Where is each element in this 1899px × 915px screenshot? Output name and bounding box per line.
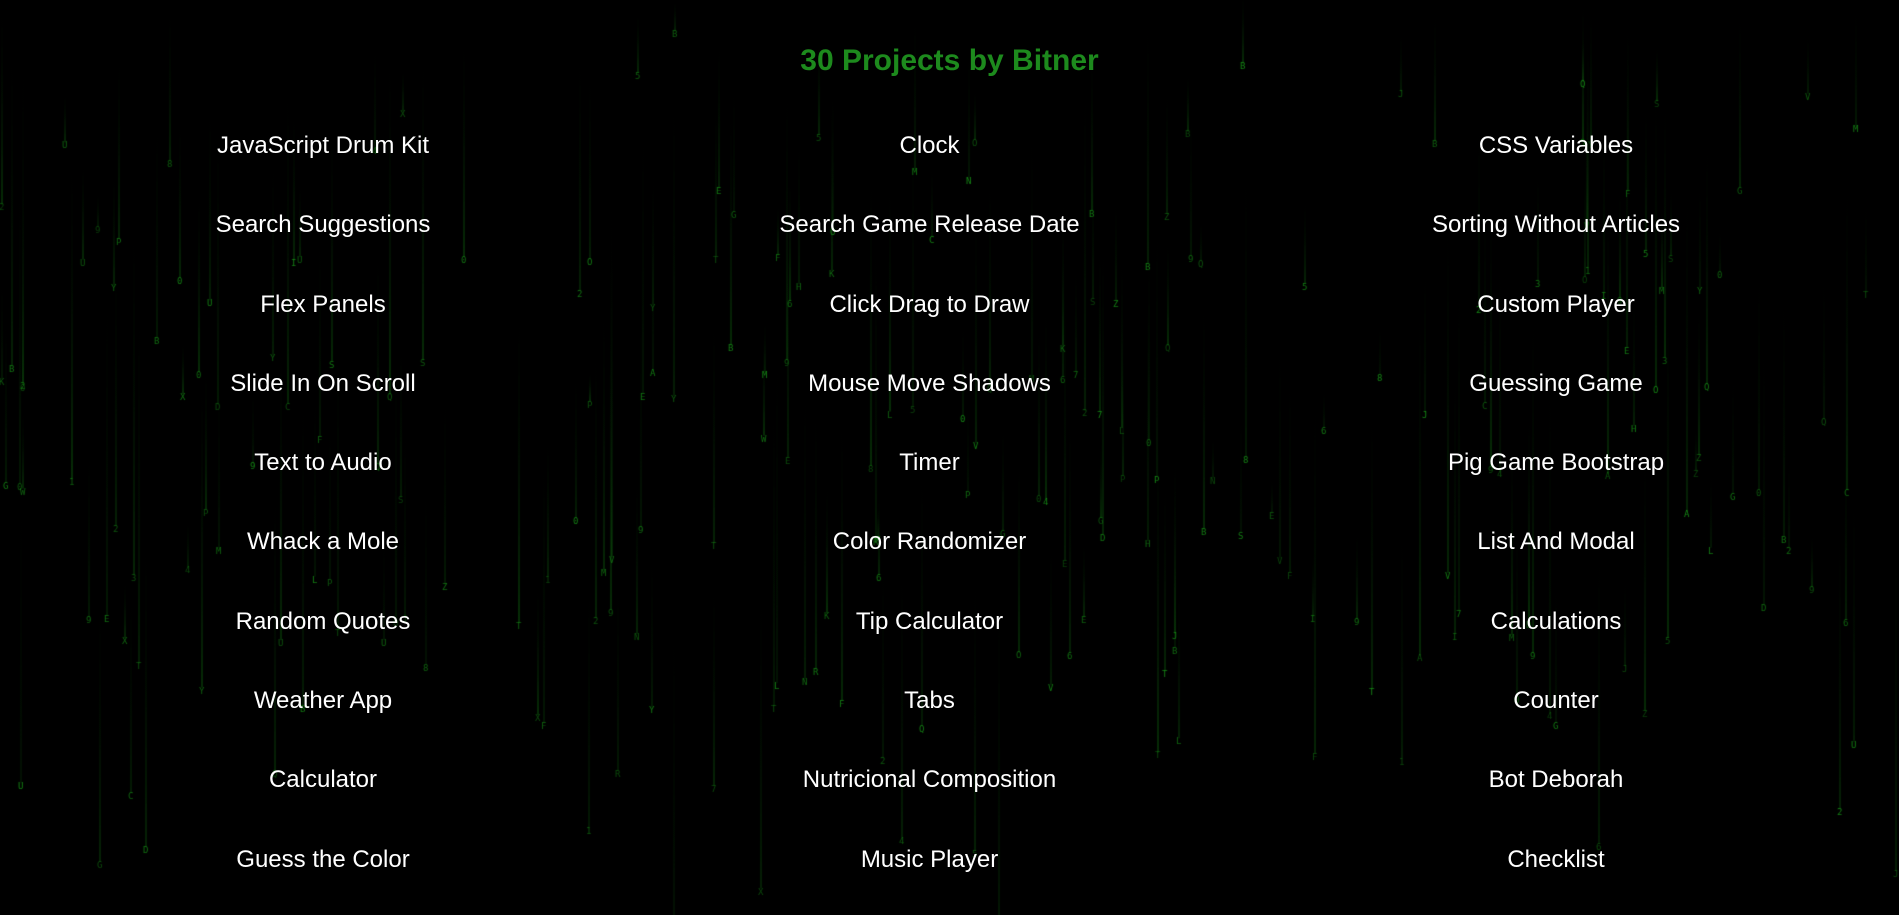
project-link-guessing-game[interactable]: Guessing Game bbox=[1213, 364, 1899, 443]
project-link-calculations[interactable]: Calculations bbox=[1213, 602, 1899, 681]
project-link-random-quotes[interactable]: Random Quotes bbox=[0, 602, 646, 681]
project-link-tip-calculator[interactable]: Tip Calculator bbox=[646, 602, 1213, 681]
project-link-javascript-drum-kit[interactable]: JavaScript Drum Kit bbox=[0, 126, 646, 205]
project-link-flex-panels[interactable]: Flex Panels bbox=[0, 285, 646, 364]
project-link-custom-player[interactable]: Custom Player bbox=[1213, 285, 1899, 364]
project-link-music-player[interactable]: Music Player bbox=[646, 840, 1213, 915]
project-link-whack-a-mole[interactable]: Whack a Mole bbox=[0, 522, 646, 601]
project-link-clock[interactable]: Clock bbox=[646, 126, 1213, 205]
project-grid: JavaScript Drum Kit Clock CSS Variables … bbox=[0, 126, 1899, 915]
project-link-color-randomizer[interactable]: Color Randomizer bbox=[646, 522, 1213, 601]
project-link-search-suggestions[interactable]: Search Suggestions bbox=[0, 205, 646, 284]
project-link-counter[interactable]: Counter bbox=[1213, 681, 1899, 760]
project-link-click-drag-to-draw[interactable]: Click Drag to Draw bbox=[646, 285, 1213, 364]
project-link-text-to-audio[interactable]: Text to Audio bbox=[0, 443, 646, 522]
project-link-sorting-without-articles[interactable]: Sorting Without Articles bbox=[1213, 205, 1899, 284]
project-link-pig-game-bootstrap[interactable]: Pig Game Bootstrap bbox=[1213, 443, 1899, 522]
project-link-slide-in-on-scroll[interactable]: Slide In On Scroll bbox=[0, 364, 646, 443]
project-link-weather-app[interactable]: Weather App bbox=[0, 681, 646, 760]
project-link-checklist[interactable]: Checklist bbox=[1213, 840, 1899, 915]
project-link-list-and-modal[interactable]: List And Modal bbox=[1213, 522, 1899, 601]
page-title: 30 Projects by Bitner bbox=[800, 44, 1099, 77]
project-link-nutricional-composition[interactable]: Nutricional Composition bbox=[646, 760, 1213, 839]
project-link-tabs[interactable]: Tabs bbox=[646, 681, 1213, 760]
project-link-css-variables[interactable]: CSS Variables bbox=[1213, 126, 1899, 205]
project-link-bot-deborah[interactable]: Bot Deborah bbox=[1213, 760, 1899, 839]
project-link-guess-the-color[interactable]: Guess the Color bbox=[0, 840, 646, 915]
project-link-calculator[interactable]: Calculator bbox=[0, 760, 646, 839]
project-link-mouse-move-shadows[interactable]: Mouse Move Shadows bbox=[646, 364, 1213, 443]
project-link-search-game-release-date[interactable]: Search Game Release Date bbox=[646, 205, 1213, 284]
project-link-timer[interactable]: Timer bbox=[646, 443, 1213, 522]
